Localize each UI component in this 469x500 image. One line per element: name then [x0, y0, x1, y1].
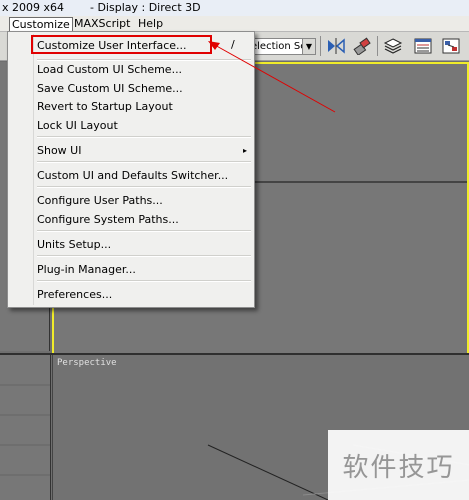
- watermark: 软件技巧: [328, 430, 469, 500]
- annotation-arrow: [208, 41, 336, 113]
- watermark-text: 软件技巧: [342, 452, 455, 483]
